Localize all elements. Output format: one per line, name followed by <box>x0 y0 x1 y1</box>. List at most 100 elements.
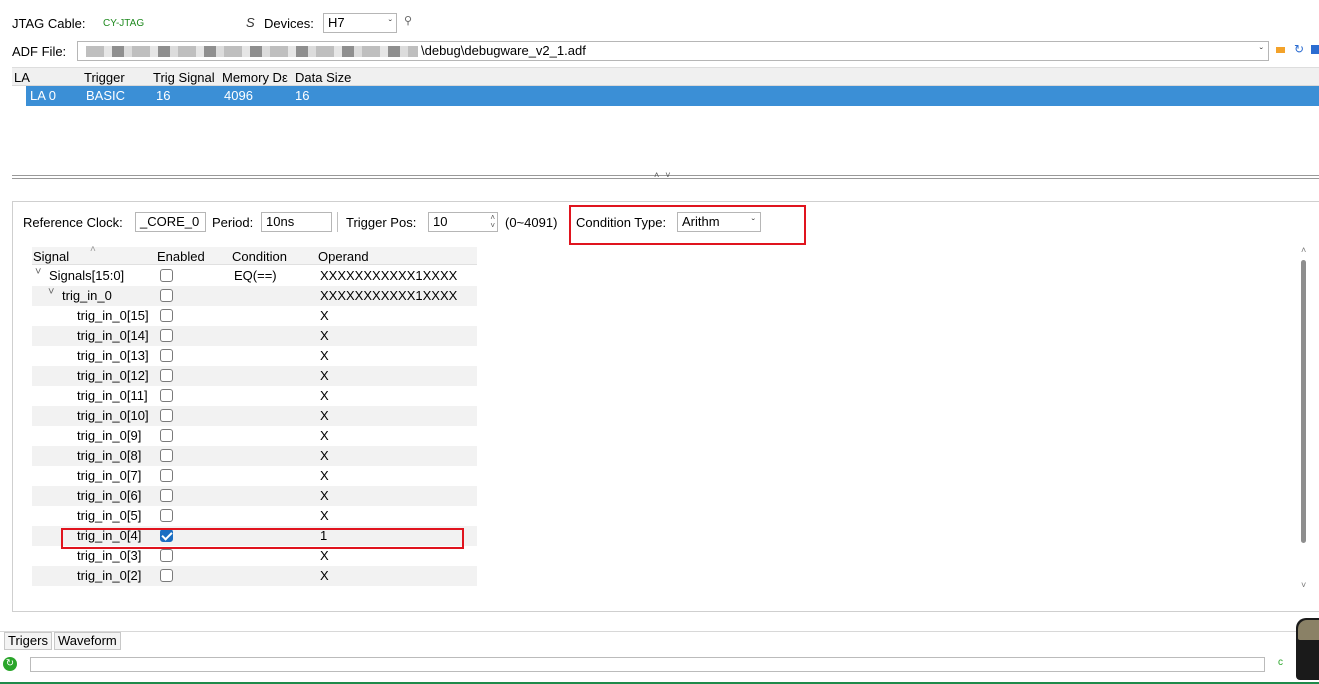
table-row[interactable]: trig_in_0[15] X <box>32 306 477 326</box>
operand-cell[interactable]: XXXXXXXXXXX1XXXX <box>320 268 457 283</box>
search-icon[interactable]: ⚲ <box>404 14 412 27</box>
chevron-down-icon: ˇ <box>1259 47 1263 58</box>
enabled-checkbox[interactable] <box>160 409 173 422</box>
signal-name: trig_in_0[11] <box>77 388 148 403</box>
enabled-checkbox[interactable] <box>160 369 173 382</box>
operand-cell[interactable]: XXXXXXXXXXX1XXXX <box>320 288 457 303</box>
la-table: LA Trigger Trig Signal Memory Dε Data Si… <box>12 67 1319 175</box>
tab-waveform[interactable]: Waveform <box>54 632 121 650</box>
vertical-scrollbar[interactable]: ˄ ˅ <box>1298 245 1310 593</box>
trigger-cell: BASIC <box>86 88 126 103</box>
enabled-checkbox[interactable] <box>160 469 173 482</box>
enabled-checkbox[interactable] <box>160 289 173 302</box>
operand-cell[interactable]: X <box>320 468 329 483</box>
trig-signal-cell: 16 <box>156 88 171 103</box>
operand-cell[interactable]: X <box>320 448 329 463</box>
expand-chevron-icon[interactable]: ˅ <box>48 286 54 298</box>
operand-cell[interactable]: X <box>320 488 329 503</box>
run-icon[interactable]: ↻ <box>3 657 17 671</box>
enabled-checkbox[interactable] <box>160 389 173 402</box>
operand-cell[interactable]: X <box>320 388 329 403</box>
table-row[interactable]: ˅ trig_in_0 XXXXXXXXXXX1XXXX <box>32 286 477 306</box>
enabled-checkbox[interactable] <box>160 349 173 362</box>
condition-cell[interactable]: EQ(==) <box>234 268 277 283</box>
enabled-checkbox[interactable] <box>160 309 173 322</box>
table-row[interactable]: trig_in_0[14] X <box>32 326 477 346</box>
table-row[interactable]: trig_in_0[8] X <box>32 446 477 466</box>
enabled-checkbox[interactable] <box>160 569 173 582</box>
signal-name: trig_in_0[15] <box>77 308 149 323</box>
enabled-checkbox[interactable] <box>160 509 173 522</box>
header-enabled[interactable]: Enabled <box>157 249 205 264</box>
scroll-up-icon[interactable]: ˄ <box>1301 245 1306 255</box>
signal-name: trig_in_0[8] <box>77 448 142 463</box>
la-cell: LA 0 <box>30 88 57 103</box>
operand-cell[interactable]: X <box>320 408 329 423</box>
trigger-pos-range: (0~4091) <box>505 215 558 230</box>
header-trigger[interactable]: Trigger <box>84 70 125 85</box>
overlay-widget-cap <box>1298 620 1319 640</box>
header-memory-depth[interactable]: Memory Dε <box>222 70 296 85</box>
sort-ascending-icon: ˄ <box>90 244 96 255</box>
table-row[interactable]: trig_in_0[9] X <box>32 426 477 446</box>
operand-cell[interactable]: X <box>320 548 329 563</box>
enabled-checkbox[interactable] <box>160 549 173 562</box>
separator <box>337 212 338 232</box>
la-row-selected[interactable]: LA 0 BASIC 16 4096 16 <box>26 86 1319 106</box>
signal-name: trig_in_0[10] <box>77 408 149 423</box>
header-la[interactable]: LA <box>14 70 30 85</box>
splitter-grip-icon[interactable]: ˄˅ <box>654 170 677 180</box>
operand-cell[interactable]: X <box>320 308 329 323</box>
bottom-divider <box>0 631 1319 632</box>
table-row[interactable]: trig_in_0[10] X <box>32 406 477 426</box>
header-data-size[interactable]: Data Size <box>295 70 351 85</box>
table-row[interactable]: trig_in_0[6] X <box>32 486 477 506</box>
signal-name: trig_in_0 <box>62 288 112 303</box>
table-row[interactable]: trig_in_0[5] X <box>32 506 477 526</box>
header-condition[interactable]: Condition <box>232 249 287 264</box>
reference-clock-field[interactable]: _CORE_0 <box>135 212 206 232</box>
save-icon[interactable] <box>1311 45 1319 54</box>
folder-icon[interactable] <box>1276 47 1285 53</box>
signal-name: trig_in_0[7] <box>77 468 142 483</box>
operand-cell[interactable]: X <box>320 368 329 383</box>
enabled-checkbox[interactable] <box>160 489 173 502</box>
trigger-pos-spinner[interactable]: 10 ˄ ˅ <box>428 212 498 232</box>
table-row[interactable]: trig_in_0[2] X <box>32 566 477 586</box>
status-field <box>30 657 1265 672</box>
devices-select[interactable]: H7 ˇ <box>323 13 397 33</box>
jtag-cable-value[interactable]: CY-JTAG <box>103 18 144 29</box>
table-row[interactable]: trig_in_0[7] X <box>32 466 477 486</box>
table-row[interactable]: trig_in_0[12] X <box>32 366 477 386</box>
operand-cell[interactable]: X <box>320 568 329 583</box>
trigger-pos-label: Trigger Pos: <box>346 215 417 230</box>
scroll-down-icon[interactable]: ˅ <box>1301 580 1306 590</box>
enabled-checkbox[interactable] <box>160 449 173 462</box>
table-row[interactable]: trig_in_0[3] X <box>32 546 477 566</box>
scroll-thumb[interactable] <box>1301 260 1306 543</box>
tab-trigers[interactable]: Trigers <box>4 632 52 650</box>
header-signal[interactable]: Signal <box>33 249 69 264</box>
data-size-cell: 16 <box>295 88 310 103</box>
operand-cell[interactable]: X <box>320 508 329 523</box>
header-trig-signal[interactable]: Trig Signal <box>153 70 215 85</box>
adf-file-label: ADF File: <box>12 44 67 59</box>
refresh-devices-icon[interactable]: S <box>246 15 255 30</box>
enabled-checkbox[interactable] <box>160 329 173 342</box>
trigger-pos-value: 10 <box>433 214 448 229</box>
period-field[interactable]: 10ns <box>261 212 332 232</box>
reload-icon[interactable]: ↻ <box>1294 42 1304 56</box>
adf-file-select[interactable]: \debug\debugware_v2_1.adf ˇ <box>77 41 1269 61</box>
operand-cell[interactable]: X <box>320 328 329 343</box>
table-row[interactable]: ˅ Signals[15:0] EQ(==) XXXXXXXXXXX1XXXX <box>32 266 477 286</box>
table-row[interactable]: trig_in_0[13] X <box>32 346 477 366</box>
operand-cell[interactable]: X <box>320 348 329 363</box>
spinner-arrows-icon[interactable]: ˄ ˅ <box>490 214 495 230</box>
header-operand[interactable]: Operand <box>318 249 369 264</box>
expand-chevron-icon[interactable]: ˅ <box>35 266 41 278</box>
enabled-checkbox[interactable] <box>160 269 173 282</box>
operand-cell[interactable]: X <box>320 428 329 443</box>
status-refresh-icon[interactable]: c <box>1278 657 1283 668</box>
table-row[interactable]: trig_in_0[11] X <box>32 386 477 406</box>
enabled-checkbox[interactable] <box>160 429 173 442</box>
